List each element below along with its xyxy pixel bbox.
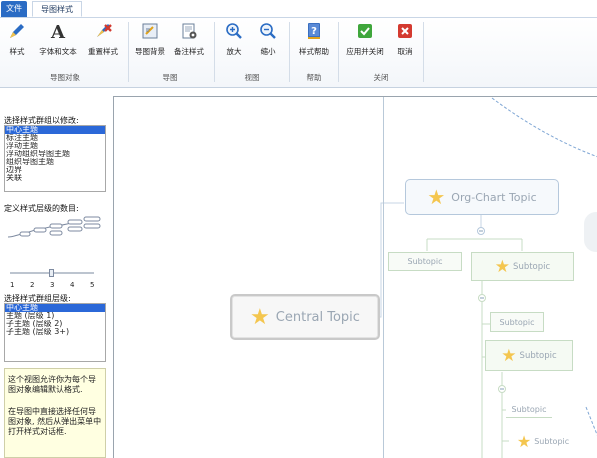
floating-panel-handle[interactable]	[584, 212, 597, 252]
map-background-icon	[140, 21, 160, 41]
list-item[interactable]: 浮动组织导图主题	[5, 150, 105, 158]
group-label-map: 导图	[162, 73, 178, 82]
subtopic[interactable]: ★ Subtopic	[509, 428, 577, 454]
levels-count-label: 定义样式层级的数目:	[4, 204, 79, 213]
ribbon-tabbar: 文件 导图样式	[0, 0, 597, 18]
tab-map-style[interactable]: 导图样式	[32, 1, 82, 17]
note-style-icon	[179, 21, 199, 41]
tick-label: 1	[10, 281, 15, 289]
list-item[interactable]: 中心主题	[5, 126, 105, 134]
list-item[interactable]: 标注主题	[5, 134, 105, 142]
list-item[interactable]: 浮动主题	[5, 142, 105, 150]
style-group-listbox[interactable]: 中心主题 标注主题 浮动主题 浮动组织导图主题 组织导图主题 边界 关联	[4, 125, 106, 192]
tick-label: 3	[50, 281, 55, 289]
font-a-icon: A	[48, 21, 68, 43]
list-item[interactable]: 子主题 (层级 3+)	[5, 328, 105, 336]
style-options-panel: 选择样式群组以修改: 中心主题 标注主题 浮动主题 浮动组织导图主题 组织导图主…	[0, 89, 113, 458]
list-item[interactable]: 主题 (层级 1)	[5, 312, 105, 320]
star-icon: ★	[516, 431, 532, 451]
central-topic[interactable]: ★ Central Topic	[230, 294, 380, 340]
org-chart-topic-label: Org-Chart Topic	[451, 190, 537, 204]
subtopic-label: Subtopic	[513, 261, 551, 272]
apply-check-icon	[355, 21, 375, 41]
slider-thumb[interactable]	[49, 269, 54, 277]
help-note: 这个视图允许你为每个导图对象编辑默认格式. 在导图中直接选择任何导图对象, 然后…	[4, 368, 106, 458]
org-chart-topic[interactable]: ★ Org-Chart Topic	[405, 179, 559, 215]
group-label-view: 视图	[244, 73, 260, 82]
style-level-listbox[interactable]: 中心主题 主题 (层级 1) 子主题 (层级 2) 子主题 (层级 3+)	[4, 303, 106, 362]
list-item[interactable]: 关联	[5, 174, 105, 182]
pen-icon	[7, 21, 27, 41]
tick-label: 2	[30, 281, 35, 289]
subtopic[interactable]: Subtopic	[388, 252, 462, 271]
list-item[interactable]: 子主题 (层级 2)	[5, 320, 105, 328]
style-button[interactable]: 样式	[4, 21, 30, 65]
group-separator	[214, 22, 215, 82]
tick-label: 4	[70, 281, 75, 289]
list-item[interactable]: 组织导图主题	[5, 158, 105, 166]
star-icon: ★	[494, 256, 511, 277]
cancel-x-icon	[395, 21, 415, 41]
help-text: 这个视图允许你为每个导图对象编辑默认格式.	[8, 375, 96, 394]
style-help-button[interactable]: ? 样式帮助	[296, 21, 332, 65]
central-topic-label: Central Topic	[275, 309, 360, 325]
level-preview-diagram	[4, 215, 104, 245]
subtopic-label: Subtopic	[499, 317, 535, 327]
group-separator	[338, 22, 339, 82]
style-editor-window: 文件 导图样式 样式 A 字体和文本 重置样式 导图对象 导图背景 备注样式 导…	[0, 0, 597, 458]
cancel-button[interactable]: 取消	[393, 21, 417, 65]
list-item[interactable]: 边界	[5, 166, 105, 174]
zoom-out-icon	[258, 21, 278, 41]
subtopic[interactable]: Subtopic	[490, 312, 544, 332]
subtopic-label: Subtopic	[519, 350, 557, 361]
svg-text:A: A	[50, 22, 66, 41]
subtopic[interactable]: ★ Subtopic	[485, 340, 573, 371]
reset-style-button[interactable]: 重置样式	[84, 21, 122, 65]
group-label-help: 帮助	[306, 73, 322, 82]
group-separator	[423, 22, 424, 82]
list-item[interactable]: 中心主题	[5, 304, 105, 312]
help-text: 在导图中直接选择任何导图对象, 然后从弹出菜单中打开样式对话框.	[8, 407, 102, 436]
star-icon: ★	[501, 345, 517, 366]
group-separator	[128, 22, 129, 82]
apply-close-button[interactable]: 应用并关闭	[343, 21, 387, 65]
help-book-icon: ?	[304, 21, 324, 41]
reset-style-icon	[93, 21, 113, 41]
note-style-button[interactable]: 备注样式	[172, 21, 206, 65]
subtopic-label: Subtopic	[407, 257, 443, 266]
subtopic-label: Subtopic	[511, 405, 547, 414]
tick-label: 5	[90, 281, 95, 289]
group-label-close: 关闭	[373, 73, 389, 82]
tab-file[interactable]: 文件	[1, 1, 27, 17]
map-background-button[interactable]: 导图背景	[133, 21, 167, 65]
ribbon: 样式 A 字体和文本 重置样式 导图对象 导图背景 备注样式 导图 放大 缩小 …	[0, 18, 597, 88]
font-text-button[interactable]: A 字体和文本	[36, 21, 80, 65]
svg-text:?: ?	[311, 26, 317, 37]
zoom-in-button[interactable]: 放大	[222, 21, 246, 65]
group-label-object: 导图对象	[50, 73, 80, 82]
star-icon: ★	[250, 304, 270, 330]
star-icon: ★	[427, 185, 446, 209]
map-canvas[interactable]: ★ Central Topic ★ Org-Chart Topic Subtop…	[113, 96, 597, 458]
subtopic[interactable]: ★ Subtopic	[471, 252, 574, 281]
zoom-in-icon	[224, 21, 244, 41]
subtopic[interactable]: Subtopic	[506, 402, 552, 418]
zoom-out-button[interactable]: 缩小	[256, 21, 280, 65]
levels-slider[interactable]	[10, 269, 94, 277]
subtopic-label: Subtopic	[534, 436, 570, 446]
group-separator	[289, 22, 290, 82]
page-boundary-line	[383, 97, 384, 458]
slider-tick-labels: 1 2 3 4 5	[10, 281, 100, 291]
